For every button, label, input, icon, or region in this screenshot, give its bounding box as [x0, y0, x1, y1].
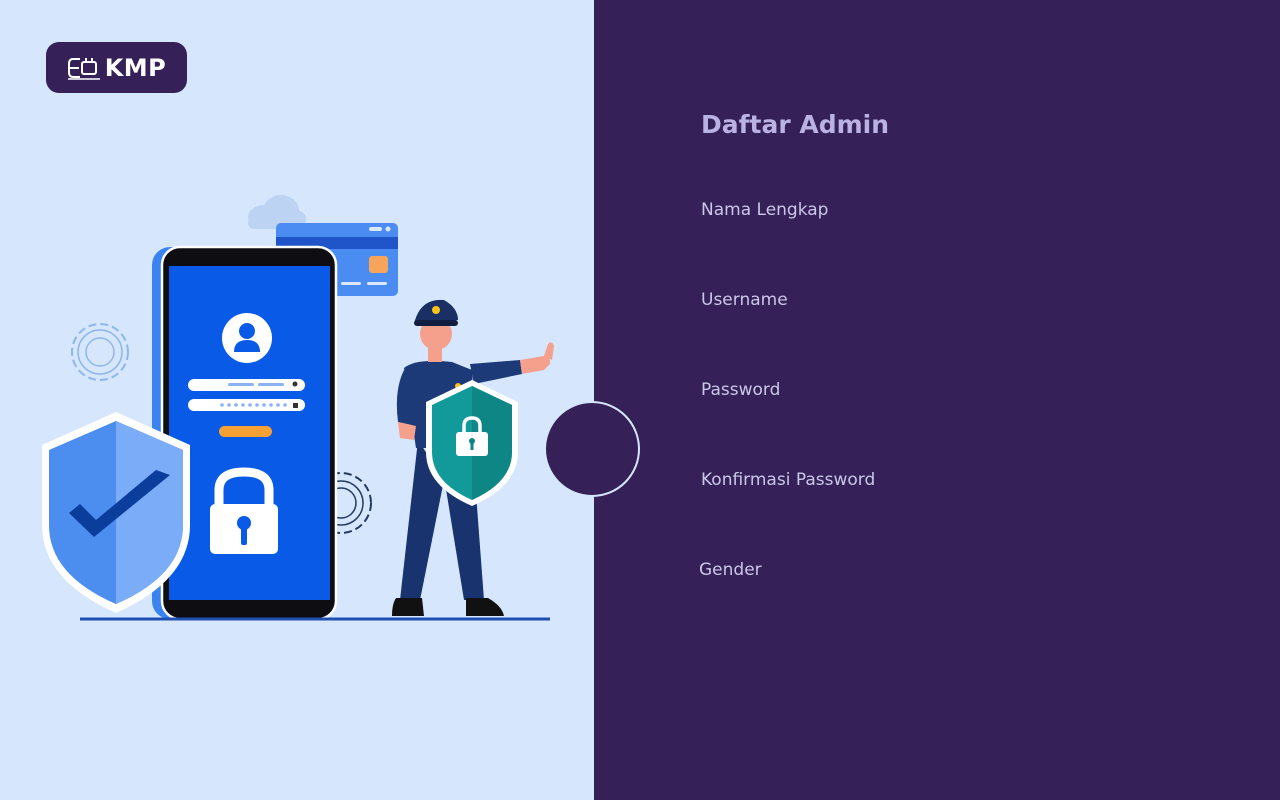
logo-text: KMP	[104, 53, 167, 82]
brand-logo[interactable]: KMP	[46, 42, 187, 93]
register-admin-page: KMP Daftar Admin Nama Lengkap Username P…	[0, 0, 1280, 800]
smartphone-icon	[152, 245, 338, 621]
security-illustration	[42, 195, 554, 621]
form-panel: Daftar Admin Nama Lengkap Username Passw…	[594, 0, 1280, 800]
form-title: Daftar Admin	[701, 110, 890, 139]
confirm-password-label: Konfirmasi Password	[701, 470, 876, 490]
gear-icon	[71, 323, 129, 381]
password-label: Password	[701, 380, 781, 400]
full-name-label: Nama Lengkap	[701, 200, 829, 220]
illustration-panel: KMP	[0, 0, 594, 800]
gender-label: Gender	[699, 560, 762, 580]
logo-mark-icon	[67, 57, 100, 80]
panel-toggle-circle[interactable]	[544, 401, 640, 497]
username-label: Username	[701, 290, 788, 310]
user-avatar-icon	[222, 313, 272, 363]
